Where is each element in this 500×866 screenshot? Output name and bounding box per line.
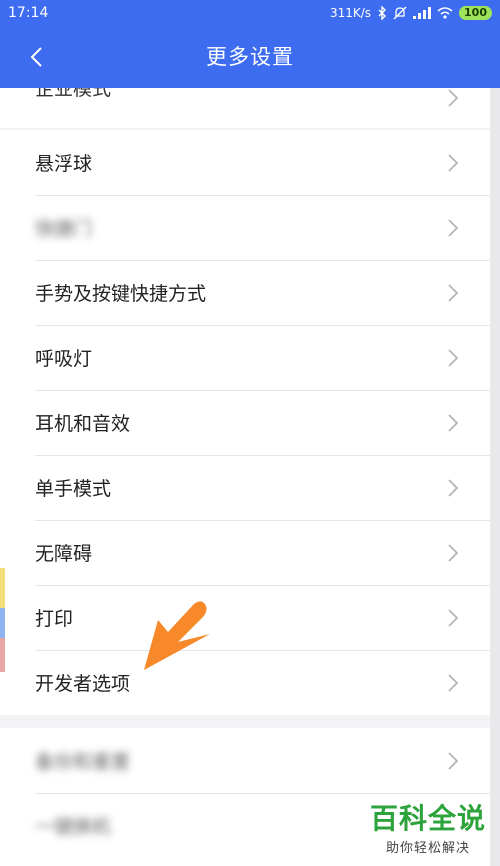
settings-section-main: 悬浮球 快捷门 手势及按键快捷方式 呼吸灯 耳机和音效 单手模式 无障碍 打印 … [0,130,490,715]
settings-row-breathing-light[interactable]: 呼吸灯 [0,325,490,390]
settings-row-gestures[interactable]: 手势及按键快捷方式 [0,260,490,325]
status-icons: 311K/s 100 [330,6,492,20]
chevron-right-icon [448,413,459,432]
settings-row-backup-reset[interactable]: 备份和重置 [0,728,490,793]
chevron-right-icon [448,348,459,367]
chevron-right-icon [448,751,459,770]
side-strip [490,88,500,866]
row-label: 无障碍 [35,543,93,565]
signal-icon [413,7,432,19]
settings-row-accessibility[interactable]: 无障碍 [0,520,490,585]
settings-row-blurred[interactable]: 快捷门 [0,195,490,260]
chevron-right-icon [448,218,459,237]
row-label: 单手模式 [35,478,112,500]
settings-section-top: 企业模式 [0,88,490,128]
settings-row-phone-clone[interactable]: 一键换机 [0,793,490,858]
settings-row-enterprise-mode[interactable]: 企业模式 [0,88,490,128]
chevron-left-icon [30,47,42,67]
mute-icon [393,6,407,20]
settings-row-headphones-audio[interactable]: 耳机和音效 [0,390,490,455]
status-bar: 17:14 311K/s 100 [0,0,500,26]
chevron-right-icon [448,673,459,692]
chevron-right-icon [448,89,459,107]
settings-section-bottom: 备份和重置 一键换机 [0,728,490,866]
row-label: 耳机和音效 [35,413,131,435]
chevron-right-icon [448,283,459,302]
row-label: 打印 [35,608,74,630]
chevron-right-icon [448,608,459,627]
row-label: 呼吸灯 [35,348,93,370]
battery-indicator: 100 [459,6,492,20]
wifi-icon [437,7,453,19]
edge-tab-red [0,638,5,672]
chevron-right-icon [448,478,459,497]
edge-tab-yellow [0,568,5,608]
row-label: 开发者选项 [35,673,131,695]
row-label: 手势及按键快捷方式 [35,283,207,305]
chevron-right-icon [448,543,459,562]
row-label: 一键换机 [35,816,112,838]
row-label: 企业模式 [35,88,112,100]
chevron-right-icon [448,153,459,172]
bluetooth-icon [378,6,387,20]
edge-tab-blue [0,608,5,638]
row-label: 悬浮球 [35,153,93,175]
row-label: 备份和重置 [35,751,131,773]
network-speed: 311K/s [329,6,372,20]
annotation-arrow-icon [144,601,210,670]
back-button[interactable] [20,41,52,73]
settings-row-one-handed[interactable]: 单手模式 [0,455,490,520]
title-bar: 更多设置 [0,26,500,88]
status-time: 17:14 [8,5,49,21]
settings-row-floating-ball[interactable]: 悬浮球 [0,130,490,195]
settings-row-print[interactable]: 打印 [0,585,490,650]
page-title: 更多设置 [206,45,294,69]
settings-row-developer-options[interactable]: 开发者选项 [0,650,490,715]
row-label: 快捷门 [35,218,93,240]
